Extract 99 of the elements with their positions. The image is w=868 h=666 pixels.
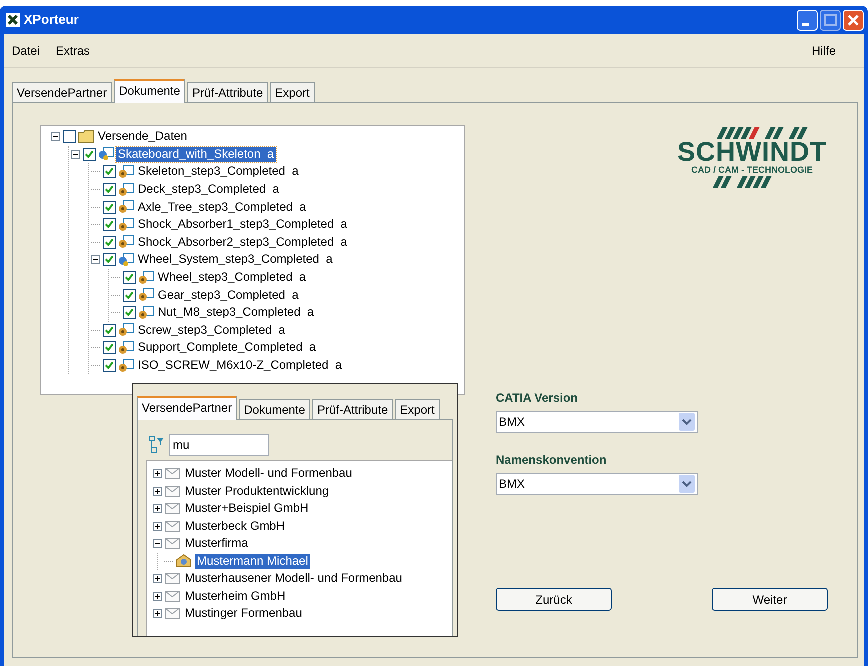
part-icon [118,235,134,250]
checkbox[interactable] [103,183,116,196]
logo-stripes-icon [712,176,772,188]
part-icon [118,358,134,373]
part-icon [118,200,134,214]
tab[interactable]: VersendePartner [12,82,112,102]
envelope-icon [165,538,180,550]
minimize-icon[interactable] [797,10,818,30]
envelope-icon [165,573,180,584]
expand-icon[interactable] [153,574,162,584]
expand-icon[interactable] [153,469,162,478]
tree-item[interactable]: Versende_Daten [96,129,190,144]
tree-item[interactable]: ISO_SCREW_M6x10-Z_Completed a [136,358,344,374]
tab[interactable]: Dokumente [239,399,310,419]
tree-item[interactable]: Muster+Beispiel GmbH [183,501,311,516]
checkbox[interactable] [123,288,136,302]
part-icon [138,270,154,285]
checkbox[interactable] [103,253,116,266]
checkbox[interactable] [103,341,116,354]
tree-item[interactable]: Mustermann Michael [195,554,310,569]
assembly-icon [98,147,114,162]
checkbox[interactable] [103,218,116,232]
expand-icon[interactable] [153,486,162,496]
part-icon [138,306,154,320]
tree-item[interactable]: Musterbeck GmbH [183,518,288,534]
expand-icon[interactable] [153,592,162,601]
close-icon[interactable] [843,10,864,30]
envelope-icon [165,608,180,620]
folder-icon [78,130,94,144]
tab[interactable]: Export [395,399,440,419]
tab[interactable]: VersendePartner [137,396,238,420]
tree-item[interactable]: Shock_Absorber1_step3_Completed a [136,217,350,232]
tree-item[interactable]: Skateboard_with_Skeleton a [116,146,276,162]
part-icon [118,340,134,355]
tree-item[interactable]: Gear_step3_Completed a [156,288,301,303]
field-label: CATIA Version [496,390,580,407]
nav-button[interactable]: Weiter [712,588,828,611]
checkbox[interactable] [103,236,116,249]
tree-filter-icon[interactable] [149,436,165,454]
tree-item[interactable]: Wheel_System_step3_Completed a [136,252,335,268]
menu-item[interactable]: Datei [12,42,40,60]
tree-item[interactable]: Musterhausener Modell- und Formenbau [183,571,404,586]
logo-tagline: CAD / CAM - TECHNOLOGIE [692,165,813,176]
tree-item[interactable]: Skeleton_step3_Completed a [136,164,301,180]
logo-wordmark: SCHWINDT [678,139,827,165]
tree-item[interactable]: Wheel_step3_Completed a [156,270,308,286]
tab[interactable]: Prüf-Attribute [312,399,394,419]
tab[interactable]: Prüf-Attribute [187,82,268,102]
tree-item[interactable]: Support_Complete_Completed a [136,340,318,356]
app-logo-icon [6,13,20,27]
envelope-icon [165,503,180,514]
menu-item[interactable]: Extras [56,42,90,60]
tree-item[interactable]: Muster Modell- und Formenbau [183,466,354,482]
tree-item[interactable]: Musterheim GmbH [183,588,288,604]
tree-item[interactable]: Screw_step3_Completed a [136,322,288,338]
checkbox[interactable] [63,130,76,144]
menu-item[interactable]: Hilfe [812,42,836,60]
field-label: Namenskonvention [496,452,608,469]
collapse-icon[interactable] [70,150,80,159]
envelope-icon [165,590,180,602]
window-title: XPorteur [24,11,79,30]
tree-item[interactable]: Shock_Absorber2_step3_Completed a [136,234,350,250]
expand-icon[interactable] [153,522,162,531]
collapse-icon[interactable] [153,539,162,548]
part-icon [118,164,134,179]
checkbox[interactable] [103,324,116,337]
checkbox[interactable] [123,306,136,320]
part-icon [138,288,154,302]
logo-stripes-icon [716,127,808,139]
tree-item[interactable]: Muster Produktentwicklung [183,484,332,499]
part-icon [118,218,134,232]
dropdown[interactable]: BMX [496,411,698,433]
envelope-icon [165,486,180,497]
expand-icon[interactable] [153,504,162,514]
tree-item[interactable]: Axle_Tree_step3_Completed a [136,200,308,215]
tree-item[interactable]: Deck_step3_Completed a [136,182,282,198]
part-icon [118,323,134,338]
tree-item[interactable]: Musterfirma [183,536,250,552]
collapse-icon[interactable] [50,132,60,142]
expand-icon[interactable] [153,609,162,618]
maximize-icon[interactable] [820,10,841,30]
checkbox[interactable] [103,165,116,178]
checkbox[interactable] [123,271,136,284]
checkbox[interactable] [103,359,116,372]
person-card-icon [176,554,192,568]
nav-button[interactable]: Zurück [496,588,612,611]
checkbox[interactable] [83,148,96,161]
envelope-icon [165,468,180,480]
tab[interactable]: Export [270,82,315,102]
checkbox[interactable] [103,200,116,214]
collapse-icon[interactable] [90,255,100,264]
filter-field[interactable]: mu [169,434,269,456]
tab[interactable]: Dokumente [114,79,186,103]
part-icon [118,182,134,197]
tree-item[interactable]: Nut_M8_step3_Completed a [156,305,316,320]
dropdown[interactable]: BMX [496,473,698,495]
envelope-icon [165,520,180,532]
assembly-icon [118,252,134,267]
tree-item[interactable]: Mustinger Formenbau [183,606,304,622]
